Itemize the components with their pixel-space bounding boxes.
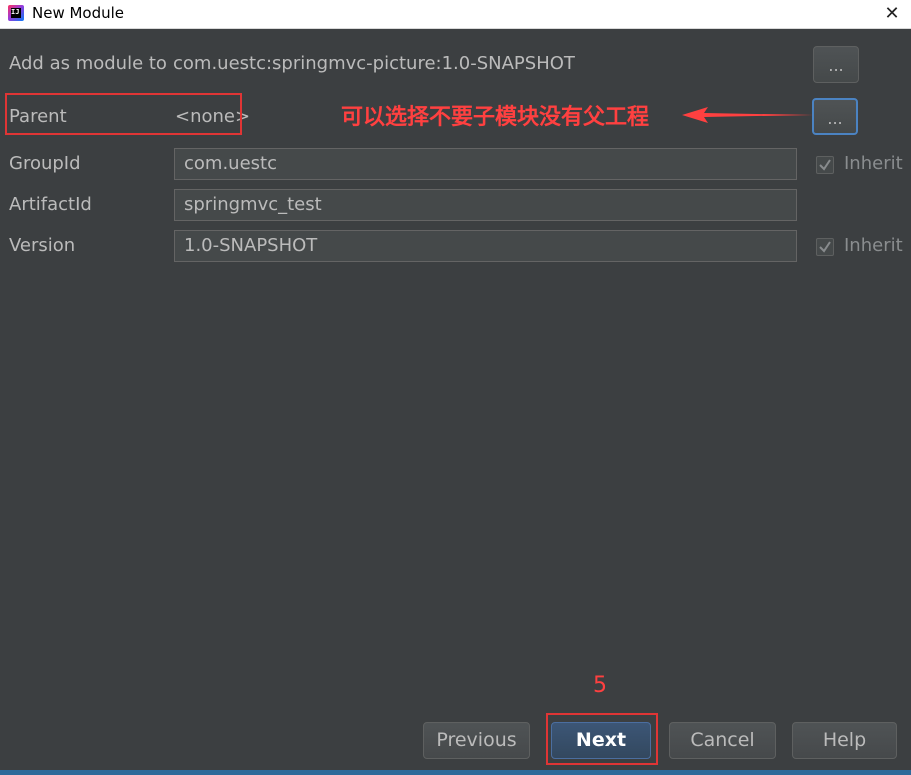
previous-button[interactable]: Previous [423, 722, 530, 759]
group-id-field[interactable]: com.uestc [174, 148, 797, 180]
version-field[interactable]: 1.0-SNAPSHOT [174, 230, 797, 262]
parent-highlight-box [5, 93, 242, 135]
group-id-inherit-checkbox[interactable]: Inherit [816, 153, 906, 177]
help-button[interactable]: Help [792, 722, 897, 759]
close-icon[interactable]: ✕ [881, 3, 903, 25]
bottom-edge-strip [0, 770, 911, 775]
parent-browse-button[interactable]: ... [812, 98, 858, 135]
intellij-app-icon: IJ [8, 5, 24, 21]
new-module-dialog: IJ New Module ✕ Add as module to com.ues… [0, 0, 911, 775]
title-bar: IJ New Module ✕ [0, 0, 911, 29]
add-as-module-value: com.uestc:springmvc-picture:1.0-SNAPSHOT [173, 53, 575, 74]
annotation-arrow-icon [682, 107, 814, 123]
group-id-label: GroupId [9, 153, 81, 174]
checkmark-icon [819, 159, 831, 171]
checkmark-icon [819, 241, 831, 253]
artifact-id-field[interactable]: springmvc_test [174, 189, 797, 221]
add-as-module-browse-button[interactable]: ... [813, 46, 859, 83]
artifact-id-label: ArtifactId [9, 194, 92, 215]
version-inherit-label: Inherit [844, 235, 903, 256]
version-label: Version [9, 235, 76, 256]
cancel-button[interactable]: Cancel [669, 722, 776, 759]
version-inherit-check-box[interactable] [816, 238, 834, 256]
next-highlight-box [546, 713, 658, 765]
group-id-inherit-check-box[interactable] [816, 156, 834, 174]
group-id-inherit-label: Inherit [844, 153, 903, 174]
version-inherit-checkbox[interactable]: Inherit [816, 235, 906, 259]
window-title: New Module [32, 4, 125, 22]
app-icon-text: IJ [11, 8, 21, 18]
step-number-annotation: 5 [593, 673, 607, 698]
add-as-module-label: Add as module to [9, 53, 167, 74]
parent-annotation-note: 可以选择不要子模块没有父工程 [341, 105, 650, 130]
